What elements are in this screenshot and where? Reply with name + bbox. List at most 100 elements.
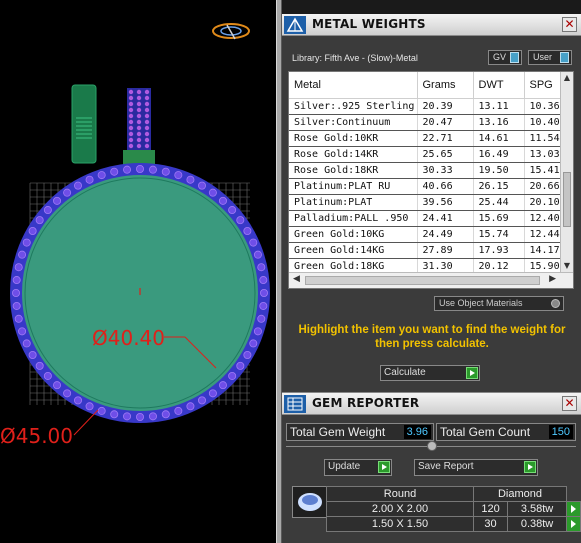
table-cell: 10.40 (524, 114, 561, 131)
table-cell: Green Gold:10KG (289, 226, 418, 243)
table-row[interactable]: Silver:.925 Sterling 20.39 13.11 10.36 (289, 98, 561, 115)
library-label: Library: Fifth Ave - (Slow)-Metal (292, 53, 418, 63)
table-cell: 20.47 (417, 114, 474, 131)
vscroll-thumb[interactable] (563, 172, 571, 227)
table-cell: 20.10 (524, 194, 561, 211)
prong-stack[interactable] (123, 88, 155, 168)
total-gem-count-value: 150 (548, 425, 573, 439)
table-cell: 24.49 (417, 226, 474, 243)
gem-cell-size: 2.00 X 2.00 (326, 501, 474, 517)
play-icon (466, 367, 478, 379)
gem-cell-weight: 0.38tw (507, 516, 567, 532)
table-row[interactable]: Green Gold:10KG 24.49 15.74 12.44 (289, 226, 561, 243)
play-icon (378, 461, 390, 473)
total-gem-count: Total Gem Count 150 (436, 423, 576, 441)
gem-col-material: Diamond (473, 486, 567, 502)
table-cell: 17.93 (473, 242, 525, 259)
user-toggle[interactable]: User (528, 50, 572, 65)
table-cell: 26.15 (473, 178, 525, 195)
table-cell: Platinum:PLAT (289, 194, 418, 211)
update-button[interactable]: Update (324, 459, 392, 476)
total-gem-count-label: Total Gem Count (440, 425, 531, 439)
scroll-up-icon[interactable]: ▲ (561, 72, 573, 84)
table-cell: 13.03 (524, 146, 561, 163)
collapse-handle-icon[interactable] (427, 441, 437, 451)
table-cell: Rose Gold:18KR (289, 162, 418, 179)
user-toggle-knob (560, 52, 569, 63)
play-icon (524, 461, 536, 473)
panel-top-strip (282, 0, 581, 14)
user-toggle-label: User (533, 52, 553, 62)
metal-table[interactable]: Metal Grams DWT SPG Silver:.925 Sterling… (288, 71, 574, 289)
outer-dimension-label: Ø45.00 (0, 424, 73, 448)
gv-toggle-knob (510, 52, 519, 63)
table-row[interactable]: Platinum:PLAT 39.56 25.44 20.10 (289, 194, 561, 211)
gem-reporter-titlebar[interactable]: GEM REPORTER ✕ (282, 393, 581, 415)
table-cell: Green Gold:14KG (289, 242, 418, 259)
table-cell: 12.44 (524, 226, 561, 243)
update-label: Update (328, 461, 361, 472)
col-dwt[interactable]: DWT (473, 72, 525, 99)
instruction-text: Highlight the item you want to find the … (298, 324, 566, 350)
gem-cell-size: 1.50 X 1.50 (326, 516, 474, 532)
gem-row[interactable]: 2.00 X 2.00 120 3.58tw (326, 501, 581, 517)
scroll-right-icon[interactable]: ▶ (549, 274, 556, 284)
use-object-materials-label: Use Object Materials (439, 298, 523, 308)
total-gem-weight-value: 3.96 (403, 425, 431, 439)
table-row[interactable]: Platinum:PLAT RU 40.66 26.15 20.66 (289, 178, 561, 195)
inner-dimension-label: Ø40.40 (92, 326, 165, 350)
gem-reporter-panel: GEM REPORTER ✕ Total Gem Weight 3.96 Tot… (282, 392, 581, 543)
gem-row-go-button[interactable] (566, 516, 581, 532)
table-row[interactable]: Palladium:PALL .950 24.41 15.69 12.40 (289, 210, 561, 227)
use-object-materials-toggle[interactable]: Use Object Materials (434, 296, 564, 311)
col-metal[interactable]: Metal (289, 72, 418, 99)
table-cell: Platinum:PLAT RU (289, 178, 418, 195)
metal-table-vscroll[interactable]: ▲ ▼ (560, 72, 573, 272)
gem-table[interactable]: Round Diamond 2.00 X 2.00 120 3.58tw 1.50 X… (326, 486, 581, 532)
right-panel: METAL WEIGHTS ✕ Library: Fifth Ave - (Sl… (282, 0, 581, 543)
table-row[interactable]: Silver:Continuum 20.47 13.16 10.40 (289, 114, 561, 131)
metal-weights-close-button[interactable]: ✕ (562, 17, 577, 32)
table-row[interactable]: Rose Gold:10KR 22.71 14.61 11.54 (289, 130, 561, 147)
gem-reporter-close-button[interactable]: ✕ (562, 396, 577, 411)
scroll-down-icon[interactable]: ▼ (561, 260, 573, 272)
table-cell: 27.89 (417, 242, 474, 259)
metal-weights-titlebar[interactable]: METAL WEIGHTS ✕ (282, 14, 581, 36)
table-row[interactable]: Rose Gold:14KR 25.65 16.49 13.03 (289, 146, 561, 163)
gv-toggle[interactable]: GV (488, 50, 522, 65)
table-cell: 12.40 (524, 210, 561, 227)
metal-table-header: Metal Grams DWT SPG (289, 72, 561, 99)
gem-row[interactable]: 1.50 X 1.50 30 0.38tw (326, 516, 581, 532)
gem-cell-count: 120 (472, 501, 509, 517)
scroll-left-icon[interactable]: ◀ (293, 274, 300, 284)
gem-cell-weight: 3.58tw (507, 501, 567, 517)
table-cell: 22.71 (417, 130, 474, 147)
total-gem-weight-label: Total Gem Weight (290, 425, 386, 439)
viewport-canvas[interactable]: Ø40.40 Ø45.00 (0, 0, 276, 543)
calculate-button[interactable]: Calculate (380, 365, 480, 381)
table-cell: 14.61 (473, 130, 525, 147)
gem-thumbnail[interactable] (292, 486, 328, 518)
table-cell: 30.33 (417, 162, 474, 179)
table-row[interactable]: Rose Gold:18KR 30.33 19.50 15.41 (289, 162, 561, 179)
metal-weights-panel: METAL WEIGHTS ✕ Library: Fifth Ave - (Sl… (282, 14, 581, 392)
table-cell: 20.66 (524, 178, 561, 195)
gem-row-go-button[interactable] (566, 501, 581, 517)
gem-reporter-title: GEM REPORTER (312, 396, 420, 410)
table-cell: 13.16 (473, 114, 525, 131)
view-cube-icon[interactable] (212, 23, 250, 40)
side-bar-object[interactable] (71, 84, 97, 164)
table-cell: 39.56 (417, 194, 474, 211)
table-cell: Rose Gold:10KR (289, 130, 418, 147)
table-cell: 19.50 (473, 162, 525, 179)
design-viewport[interactable]: Ø40.40 Ø45.00 (0, 0, 276, 543)
table-cell: 20.39 (417, 98, 474, 115)
save-report-button[interactable]: Save Report (414, 459, 538, 476)
col-spg[interactable]: SPG (524, 72, 561, 99)
hscroll-thumb[interactable] (305, 276, 540, 285)
col-grams[interactable]: Grams (417, 72, 474, 99)
table-row[interactable]: Green Gold:14KG 27.89 17.93 14.17 (289, 242, 561, 259)
metal-weights-icon (284, 16, 306, 34)
metal-table-hscroll[interactable]: ◀ ▶ (289, 272, 573, 288)
table-cell: 13.11 (473, 98, 525, 115)
